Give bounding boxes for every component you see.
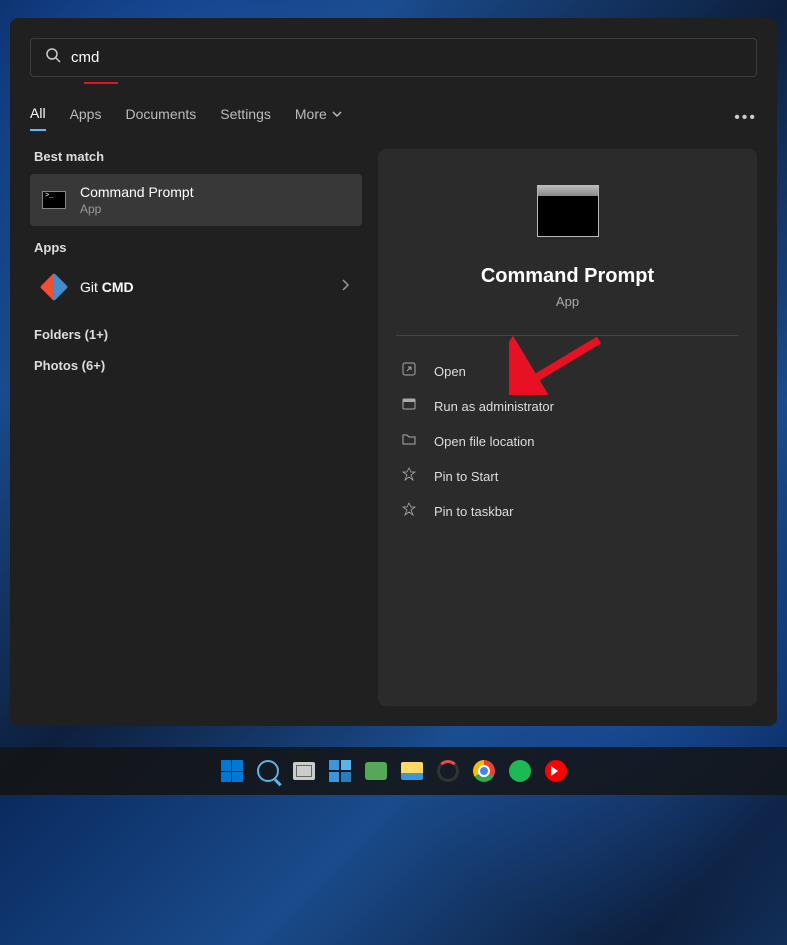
action-open-file-location[interactable]: Open file location [396, 424, 739, 459]
start-button[interactable] [218, 757, 246, 785]
preview-title: Command Prompt [481, 265, 654, 288]
action-label: Run as administrator [434, 399, 554, 414]
youtube-music-button[interactable] [542, 757, 570, 785]
result-command-prompt[interactable]: Command Prompt App [30, 174, 362, 226]
admin-icon [402, 397, 420, 416]
pin-icon [402, 467, 420, 486]
chevron-down-icon [332, 109, 342, 119]
chevron-right-icon [340, 278, 350, 296]
search-box[interactable] [30, 38, 757, 77]
command-prompt-icon [42, 188, 66, 212]
preview-panel: Command Prompt App Open Run as administr… [378, 149, 757, 706]
best-match-heading: Best match [30, 149, 362, 164]
result-title: Git CMD [80, 279, 340, 295]
taskbar [0, 747, 787, 795]
chat-button[interactable] [362, 757, 390, 785]
action-pin-to-start[interactable]: Pin to Start [396, 459, 739, 494]
tab-all[interactable]: All [30, 105, 46, 131]
search-icon [45, 47, 61, 68]
action-label: Open file location [434, 434, 534, 449]
preview-subtitle: App [556, 294, 579, 309]
filter-tabs: All Apps Documents Settings More ••• [30, 105, 757, 131]
action-pin-to-taskbar[interactable]: Pin to taskbar [396, 494, 739, 529]
start-search-panel: All Apps Documents Settings More ••• Bes… [10, 18, 777, 726]
tab-settings[interactable]: Settings [220, 106, 271, 130]
apps-heading: Apps [30, 240, 362, 255]
result-title: Command Prompt [80, 184, 350, 200]
tab-apps[interactable]: Apps [70, 106, 102, 130]
more-options-button[interactable]: ••• [734, 109, 757, 127]
command-prompt-preview-icon [537, 185, 599, 237]
app-icon[interactable] [434, 757, 462, 785]
pin-icon [402, 502, 420, 521]
git-icon [42, 275, 66, 299]
action-label: Open [434, 364, 466, 379]
search-input[interactable] [71, 49, 742, 66]
task-view-button[interactable] [290, 757, 318, 785]
file-explorer-button[interactable] [398, 757, 426, 785]
result-subtitle: App [80, 202, 350, 216]
search-underline-annotation [84, 82, 118, 84]
photos-link[interactable]: Photos (6+) [30, 350, 362, 381]
open-icon [402, 362, 420, 381]
results-list: Best match Command Prompt App Apps Git C… [30, 149, 362, 706]
widgets-button[interactable] [326, 757, 354, 785]
action-label: Pin to taskbar [434, 504, 514, 519]
result-git-cmd[interactable]: Git CMD [30, 265, 362, 309]
folder-icon [402, 432, 420, 451]
annotation-arrow [509, 335, 609, 395]
tab-more-label: More [295, 106, 327, 122]
tab-documents[interactable]: Documents [125, 106, 196, 130]
chrome-button[interactable] [470, 757, 498, 785]
tab-more[interactable]: More [295, 106, 342, 130]
search-button[interactable] [254, 757, 282, 785]
folders-link[interactable]: Folders (1+) [30, 319, 362, 350]
spotify-button[interactable] [506, 757, 534, 785]
action-label: Pin to Start [434, 469, 498, 484]
